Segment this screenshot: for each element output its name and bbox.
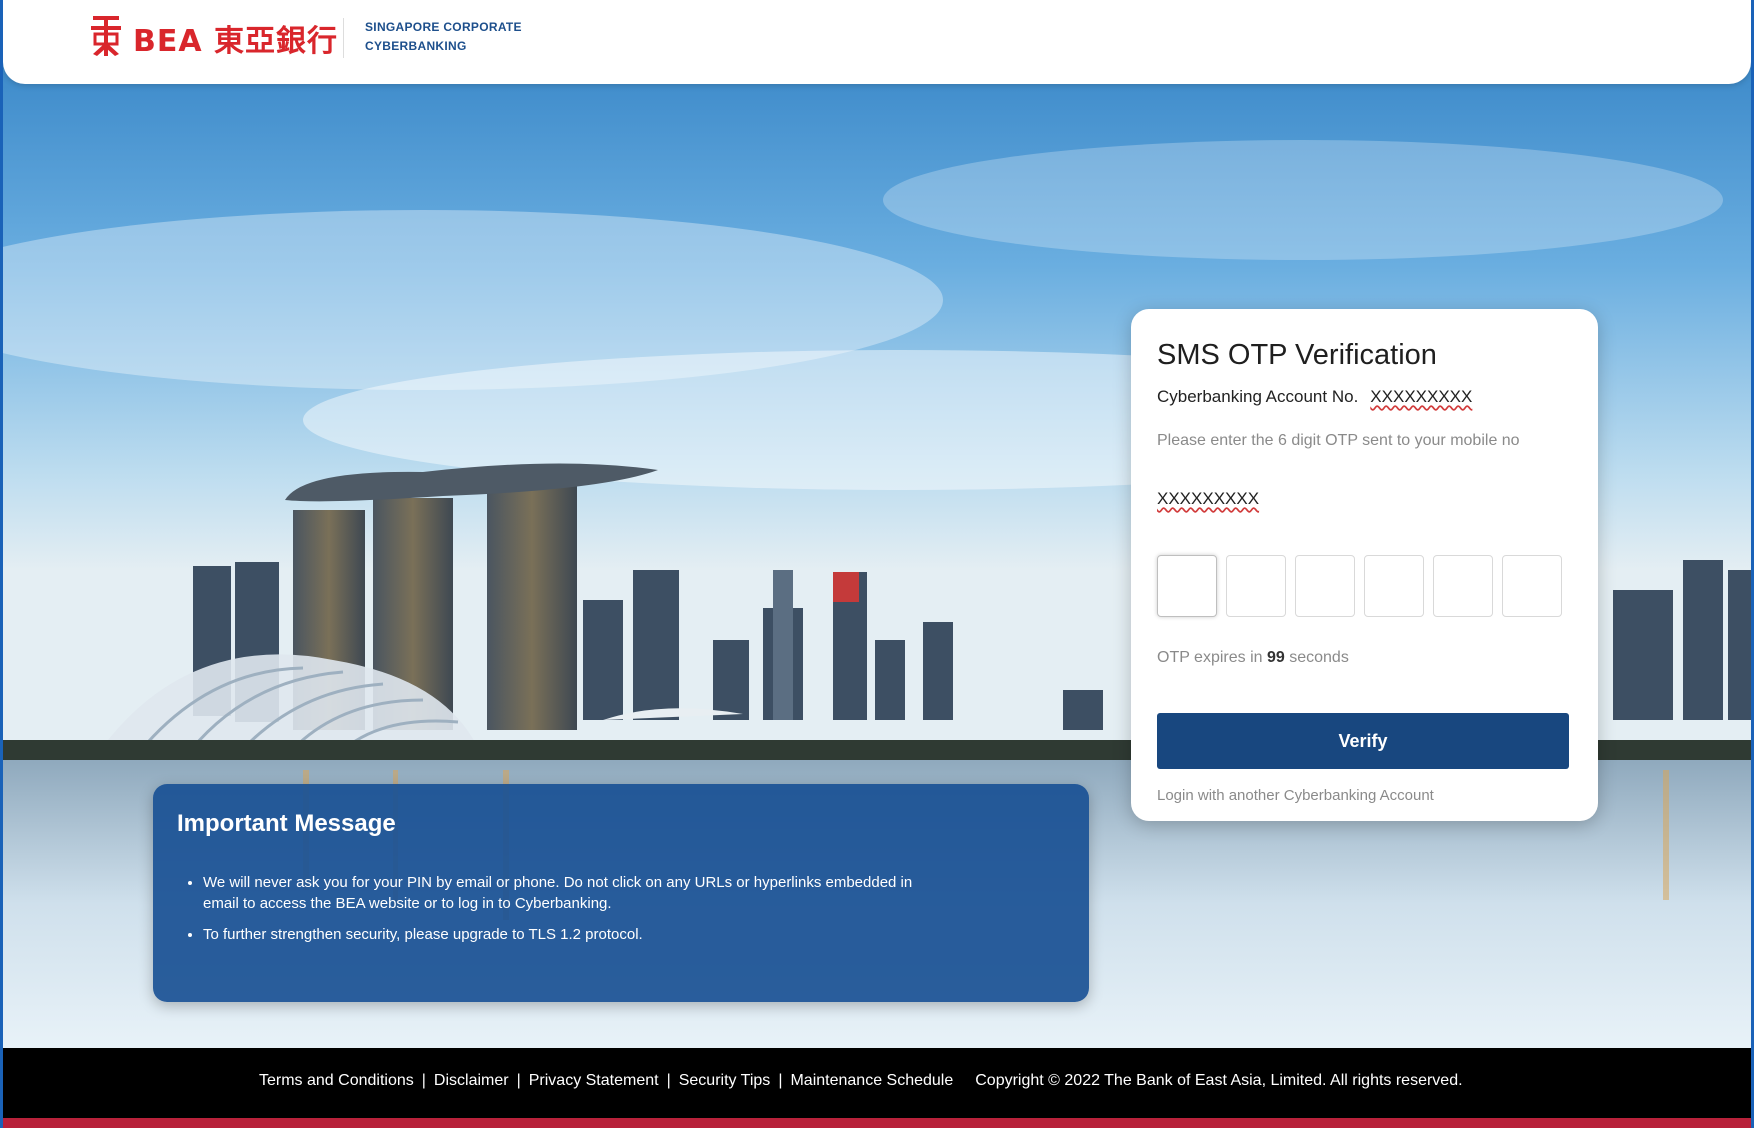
expiry-prefix: OTP expires in: [1157, 649, 1263, 666]
site-footer: Terms and Conditions | Disclaimer | Priv…: [3, 1048, 1751, 1118]
important-message-list: We will never ask you for your PIN by em…: [177, 872, 923, 955]
product-name-line-2: CYBERBANKING: [365, 39, 467, 53]
copyright-text: Copyright © 2022 The Bank of East Asia, …: [975, 1072, 1463, 1089]
header-divider: [343, 18, 344, 58]
disclaimer-link[interactable]: Disclaimer: [434, 1072, 509, 1090]
otp-instruction: Please enter the 6 digit OTP sent to you…: [1157, 432, 1520, 449]
bea-logo-icon: [91, 16, 121, 56]
otp-digit-5-input[interactable]: [1433, 555, 1493, 617]
otp-expiry-text: OTP expires in 99 seconds: [1157, 649, 1349, 667]
footer-separator: |: [778, 1072, 783, 1089]
otp-verification-card: SMS OTP Verification Cyberbanking Accoun…: [1131, 309, 1598, 821]
security-tips-link[interactable]: Security Tips: [679, 1072, 771, 1090]
account-row: Cyberbanking Account No. XXXXXXXXX: [1157, 387, 1472, 407]
otp-digit-1-input[interactable]: [1157, 555, 1217, 617]
otp-digit-2-input[interactable]: [1226, 555, 1286, 617]
footer-separator: |: [666, 1072, 671, 1089]
product-name: SINGAPORE CORPORATE CYBERBANKING: [365, 18, 522, 56]
account-label: Cyberbanking Account No.: [1157, 387, 1359, 406]
product-name-line-1: SINGAPORE CORPORATE: [365, 20, 522, 34]
terms-link[interactable]: Terms and Conditions: [259, 1072, 414, 1090]
footer-separator: |: [421, 1072, 426, 1089]
footer-separator: |: [516, 1072, 521, 1089]
footer-links: Terms and Conditions | Disclaimer | Priv…: [259, 1072, 1463, 1090]
expiry-seconds: 99: [1266, 649, 1285, 666]
maintenance-link[interactable]: Maintenance Schedule: [790, 1072, 953, 1090]
otp-digit-3-input[interactable]: [1295, 555, 1355, 617]
site-header: BEA 東亞銀行 SINGAPORE CORPORATE CYBERBANKIN…: [3, 0, 1751, 84]
mobile-number: XXXXXXXXX: [1157, 489, 1260, 508]
otp-title: SMS OTP Verification: [1157, 339, 1437, 371]
verify-button[interactable]: Verify: [1157, 713, 1569, 769]
message-item: We will never ask you for your PIN by em…: [203, 872, 923, 914]
otp-digit-inputs: [1157, 555, 1562, 617]
expiry-suffix: seconds: [1289, 649, 1349, 666]
privacy-link[interactable]: Privacy Statement: [529, 1072, 659, 1090]
otp-digit-6-input[interactable]: [1502, 555, 1562, 617]
important-message-panel: Important Message We will never ask you …: [153, 784, 1089, 1002]
important-message-title: Important Message: [177, 810, 396, 837]
message-item: To further strengthen security, please u…: [203, 924, 923, 945]
account-number: XXXXXXXXX: [1370, 387, 1473, 406]
brand-name: BEA 東亞銀行: [133, 24, 339, 59]
page-frame: BEA 東亞銀行 SINGAPORE CORPORATE CYBERBANKIN…: [3, 0, 1751, 1128]
login-another-account-link[interactable]: Login with another Cyberbanking Account: [1157, 787, 1434, 804]
footer-accent-stripe: [3, 1118, 1751, 1128]
otp-digit-4-input[interactable]: [1364, 555, 1424, 617]
